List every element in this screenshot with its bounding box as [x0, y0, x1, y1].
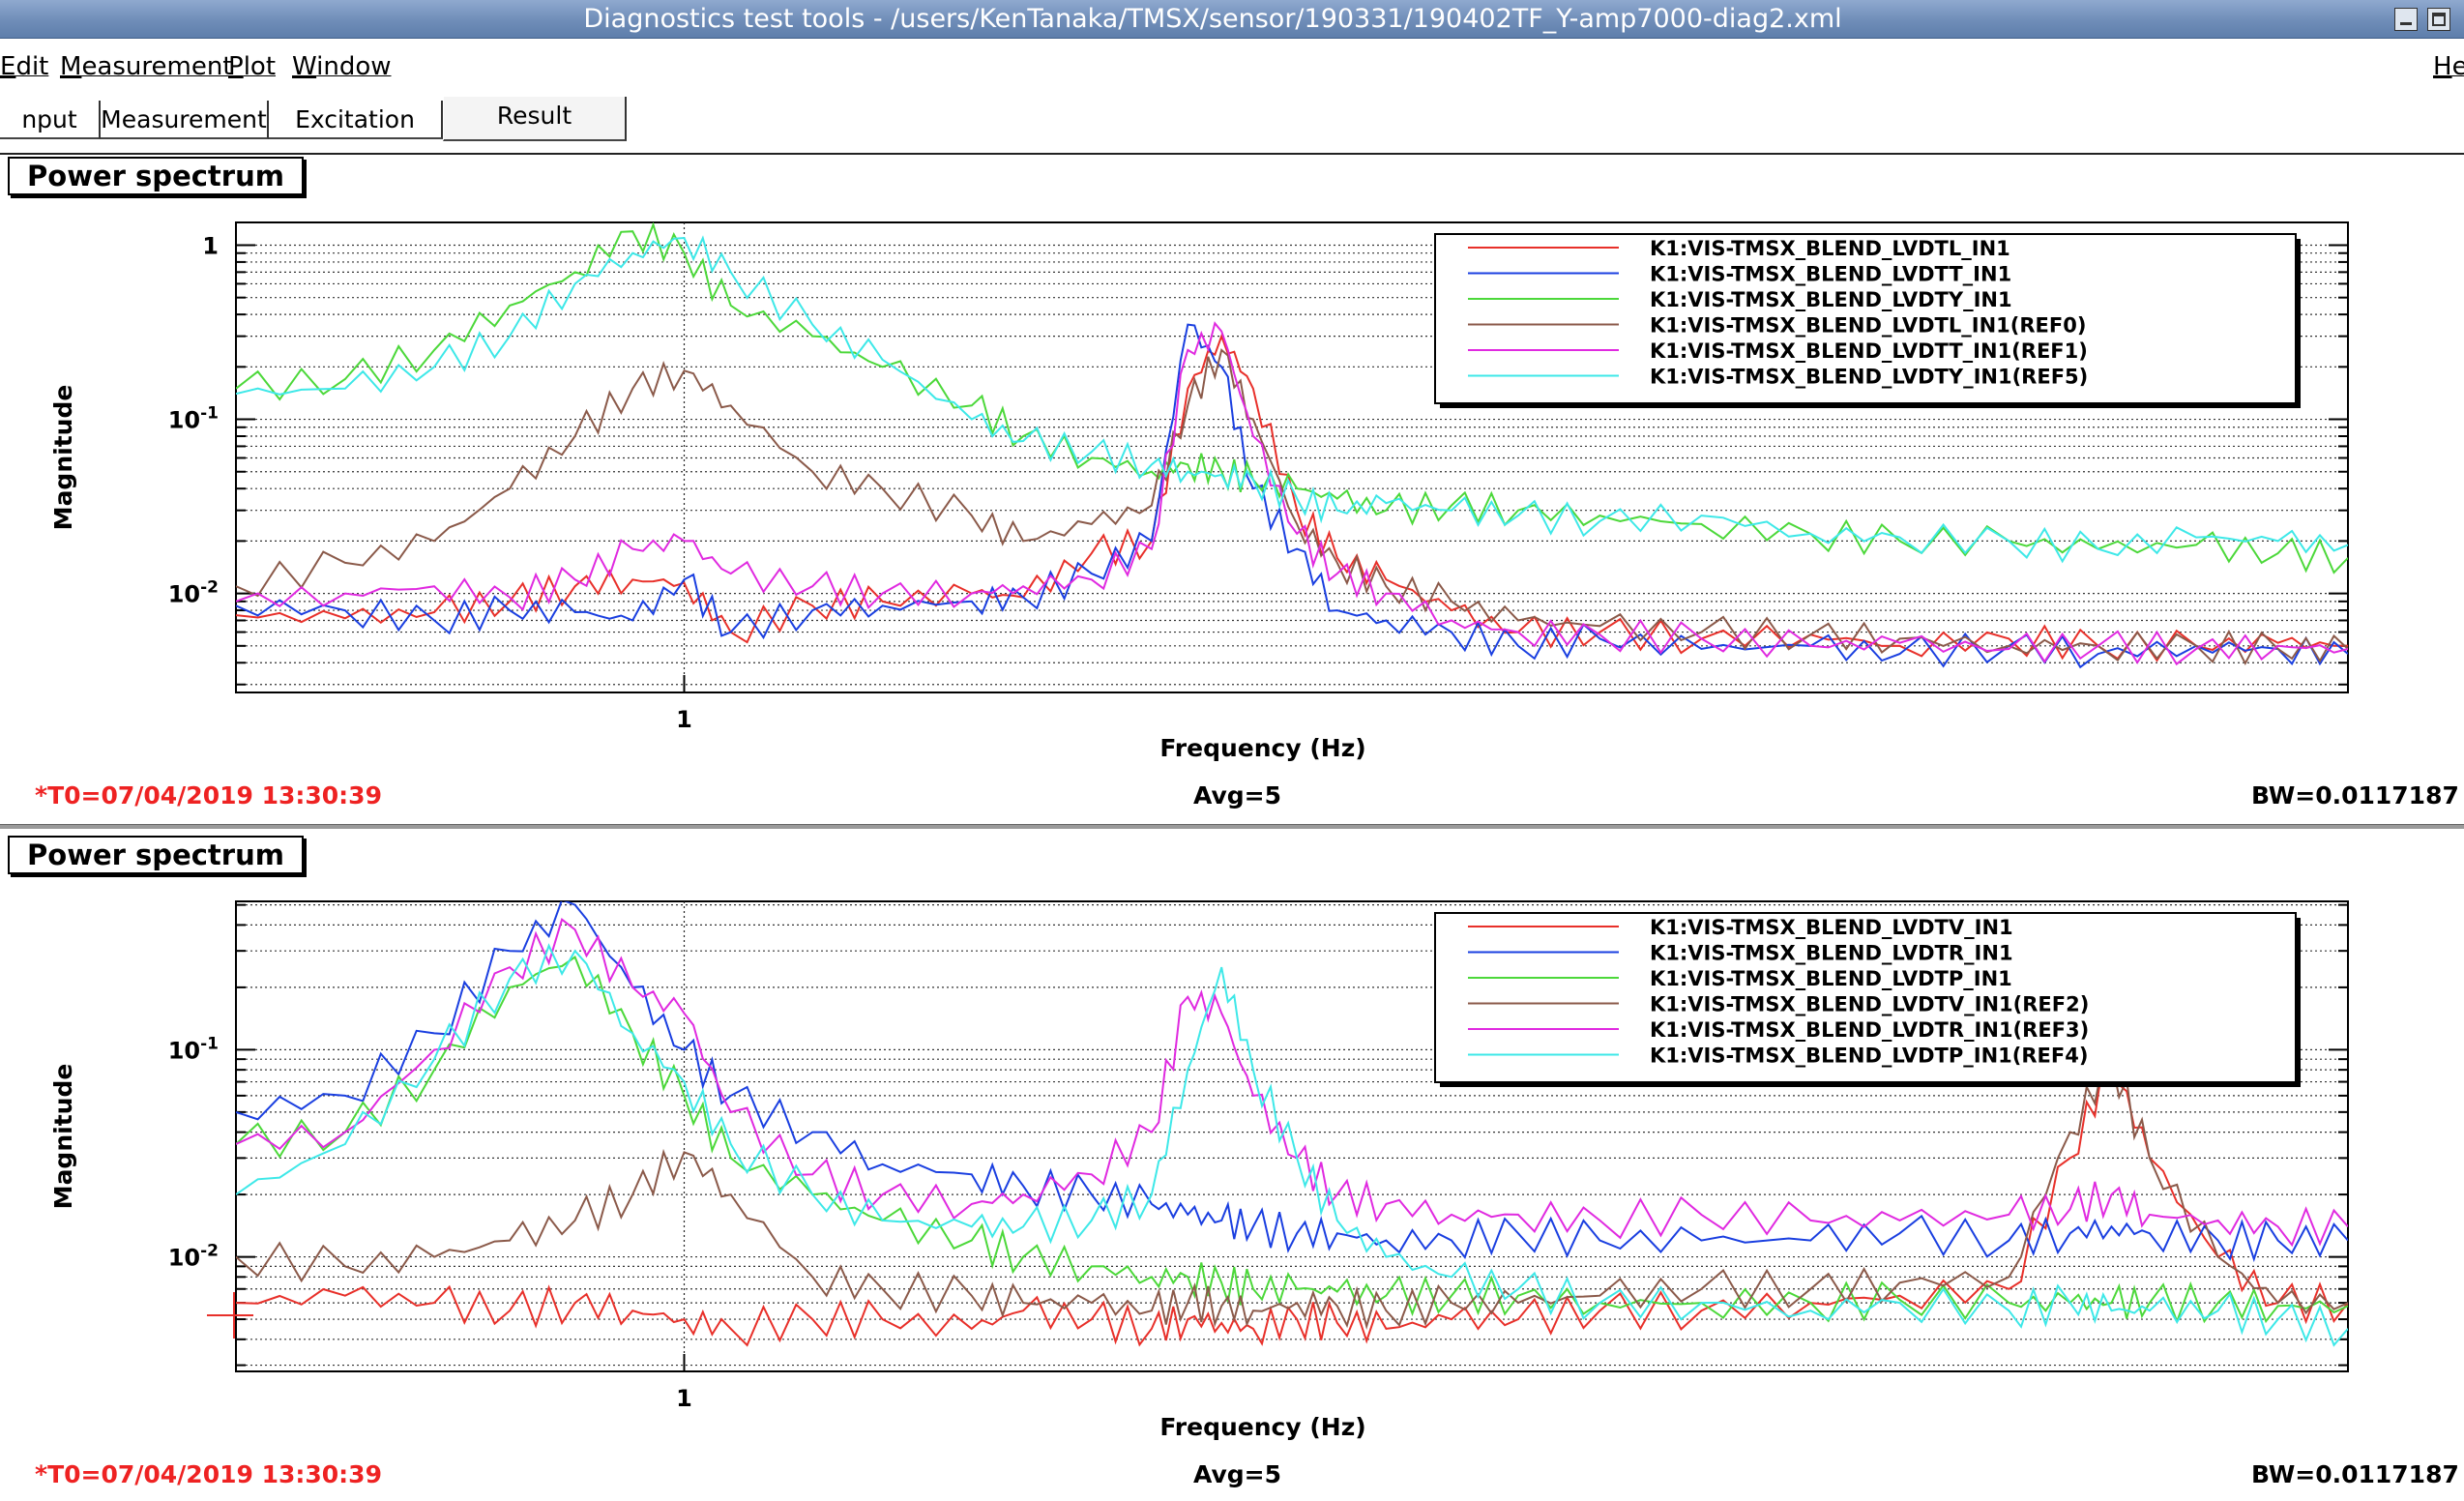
menu-bar: Edit Measurement Plot Window He [0, 39, 2464, 93]
legend-entry: K1:VIS-TMSX_BLEND_LVDTT_IN1 [1650, 263, 2011, 286]
minimize-icon[interactable] [2394, 8, 2418, 31]
x-tick-label: 1 [676, 1385, 692, 1412]
legend-entry: K1:VIS-TMSX_BLEND_LVDTP_IN1 [1650, 967, 2012, 990]
bandwidth: BW=0.0117187 [2251, 1460, 2459, 1488]
result-pane-2: Power spectrum 1 10-2 10-1 Frequency (Hz) Ma… [0, 834, 2464, 1501]
y-axis-label: Magnitude [49, 1064, 77, 1210]
legend-entry: K1:VIS-TMSX_BLEND_LVDTR_IN1(REF3) [1650, 1018, 2089, 1042]
x-axis-label: Frequency (Hz) [1159, 1413, 1365, 1441]
legend-entry: K1:VIS-TMSX_BLEND_LVDTY_IN1 [1650, 288, 2012, 311]
legend-entry: K1:VIS-TMSX_BLEND_LVDTY_IN1(REF5) [1650, 366, 2088, 389]
bandwidth: BW=0.0117187 [2251, 781, 2459, 809]
y-tick-label: 10-1 [168, 404, 219, 434]
tab-bar: nput Measurement Excitation Result [0, 97, 2464, 155]
tab-input[interactable]: nput [0, 101, 101, 139]
tab-excitation[interactable]: Excitation [269, 101, 443, 139]
y-tick-label: 10-1 [168, 1034, 219, 1064]
x-tick-label: 1 [676, 706, 692, 733]
legend-entry: K1:VIS-TMSX_BLEND_LVDTV_IN1 [1650, 916, 2013, 939]
menu-measurement[interactable]: Measurement [60, 52, 233, 81]
pane-divider[interactable] [0, 824, 2464, 829]
y-axis-label: Magnitude [49, 385, 77, 531]
legend-entry: K1:VIS-TMSX_BLEND_LVDTL_IN1 [1650, 237, 2010, 260]
legend-entry: K1:VIS-TMSX_BLEND_LVDTT_IN1(REF1) [1650, 339, 2088, 363]
maximize-icon[interactable] [2427, 8, 2450, 31]
menu-plot[interactable]: Plot [228, 52, 276, 81]
t0-timestamp: *T0=07/04/2019 13:30:39 [35, 781, 382, 809]
x-axis-label: Frequency (Hz) [1159, 734, 1365, 762]
power-spectrum-chart-2[interactable]: 1 10-2 10-1 Frequency (Hz) Magnitude K1:VIS-T… [0, 834, 2464, 1462]
legend-entry: K1:VIS-TMSX_BLEND_LVDTP_IN1(REF4) [1650, 1045, 2088, 1068]
window-title: Diagnostics test tools - /users/KenTanak… [583, 4, 1842, 34]
t0-timestamp: *T0=07/04/2019 13:30:39 [35, 1460, 382, 1488]
average-count: Avg=5 [1193, 781, 1281, 809]
legend-entry: K1:VIS-TMSX_BLEND_LVDTR_IN1 [1650, 942, 2013, 965]
y-tick-label: 10-2 [168, 578, 219, 608]
average-count: Avg=5 [1193, 1460, 1281, 1488]
menu-window[interactable]: Window [292, 52, 392, 81]
tab-measurement[interactable]: Measurement [101, 101, 269, 139]
menu-help[interactable]: He [2433, 52, 2464, 81]
window-title-bar: Diagnostics test tools - /users/KenTanak… [0, 0, 2464, 39]
y-tick-label: 1 [202, 232, 219, 259]
result-pane-1: Power spectrum 1 10-2 10-1 1 Frequency (Hz) M… [0, 155, 2464, 818]
legend-entry: K1:VIS-TMSX_BLEND_LVDTL_IN1(REF0) [1650, 314, 2086, 338]
y-tick-label: 10-2 [168, 1242, 219, 1272]
menu-edit[interactable]: Edit [0, 52, 48, 81]
power-spectrum-chart-1[interactable]: 1 10-2 10-1 1 Frequency (Hz) Magnitude K1:VIS-… [0, 155, 2464, 783]
tab-result[interactable]: Result [443, 97, 627, 141]
legend-entry: K1:VIS-TMSX_BLEND_LVDTV_IN1(REF2) [1650, 993, 2089, 1016]
